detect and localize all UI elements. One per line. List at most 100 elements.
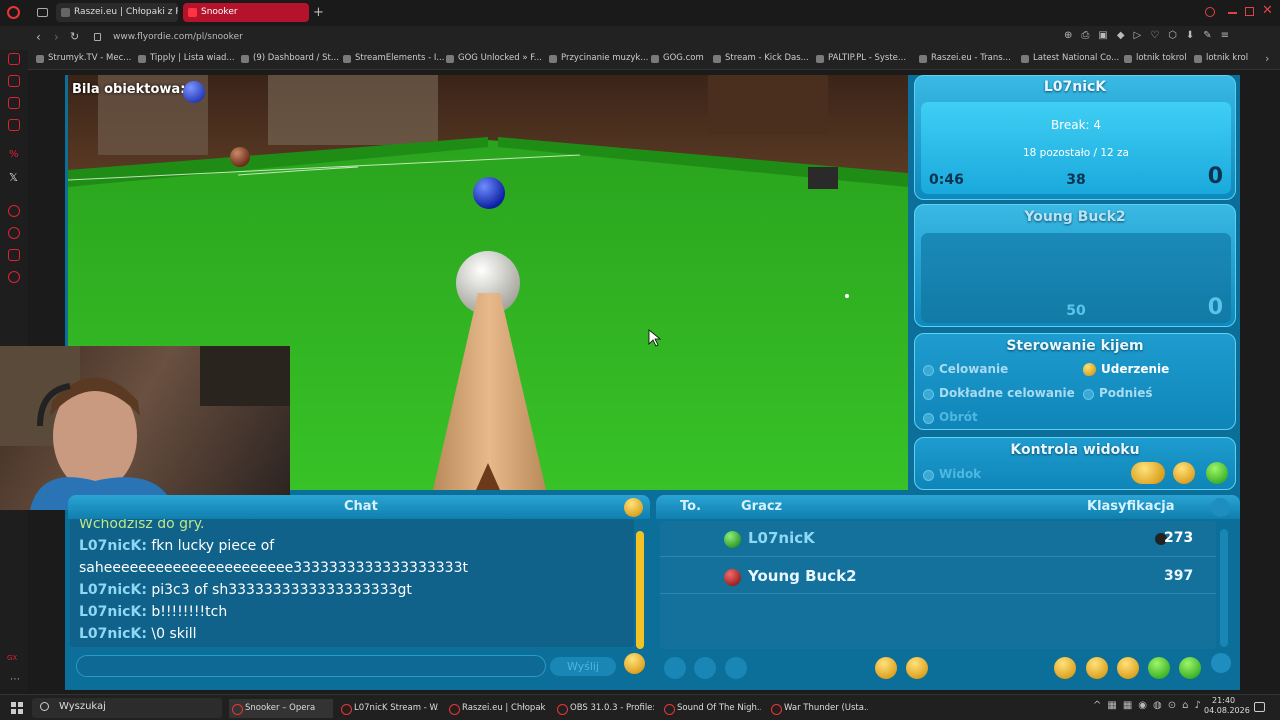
chat-message: L07nicK: b!!!!!!!!tch — [79, 604, 227, 620]
url-field[interactable]: www.flyordie.com/pl/snooker — [113, 32, 243, 42]
percent-icon[interactable]: % — [9, 149, 19, 160]
table-row[interactable]: Young Buck2 397 — [660, 560, 1216, 594]
zoom-icon[interactable] — [1131, 462, 1165, 484]
clock-icon[interactable] — [8, 227, 20, 239]
history-icon[interactable] — [8, 205, 20, 217]
player1-panel: L07nicK Break: 4 18 pozostało / 12 za 0:… — [914, 75, 1236, 200]
option-podnies[interactable]: Podnieś — [1083, 386, 1153, 400]
bookmark[interactable]: lotnik krol — [1194, 53, 1248, 63]
bookmark[interactable]: Tipply | Lista wiad... — [138, 53, 235, 63]
taskbar-app[interactable]: War Thunder (Usta... — [768, 699, 868, 718]
x-icon[interactable]: 𝕏 — [9, 171, 18, 184]
option-dokladne-celowanie[interactable]: Dokładne celowanie — [923, 386, 1075, 400]
board-collapse-icon[interactable] — [1211, 498, 1230, 517]
opera-icon[interactable] — [7, 6, 20, 19]
player-rating: 397 — [1164, 568, 1194, 584]
player2-name: Young Buck2 — [1024, 209, 1126, 225]
bookmark[interactable]: Stream - Kick Das... — [713, 53, 809, 63]
tab-snooker[interactable]: Snooker — [183, 3, 309, 22]
board-scroll-down-icon[interactable] — [1211, 653, 1231, 673]
ranking-icon[interactable] — [1054, 657, 1076, 679]
help-icon[interactable] — [1148, 657, 1170, 679]
player-icon[interactable] — [8, 119, 20, 131]
sound-icon[interactable] — [906, 657, 928, 679]
bookmark[interactable]: Latest National Co... — [1021, 53, 1119, 63]
player1-score-screen: Break: 4 18 pozostało / 12 za 0:46 38 0 — [921, 102, 1231, 194]
bookmark[interactable]: GOG Unlocked » F... — [446, 53, 542, 63]
view-control-panel: Kontrola widoku Widok — [914, 437, 1236, 490]
taskbar-app[interactable]: Snooker – Opera — [229, 699, 333, 718]
taskbar-app[interactable]: Sound Of The Nigh... — [661, 699, 761, 718]
chat-bubbles-icon[interactable] — [1117, 657, 1139, 679]
clock-time[interactable]: 21:40 — [1212, 696, 1235, 705]
clock-date[interactable]: 04.08.2026 — [1204, 706, 1250, 715]
chat-text: b!!!!!!!!tch — [151, 604, 228, 620]
speed-dial-icon[interactable] — [8, 53, 20, 65]
chat-message: saheeeeeeeeeeeeeeeeeeeeee333333333333333… — [79, 560, 468, 576]
player-name: Young Buck2 — [748, 567, 857, 585]
cue-control-panel: Sterowanie kijem Celowanie Uderzenie Dok… — [914, 333, 1236, 430]
selected-indicator-icon — [1083, 363, 1096, 376]
bookmark[interactable]: Przycinanie muzyk... — [549, 53, 648, 63]
taskbar-app[interactable]: Raszei.eu | Chłopak... — [446, 699, 546, 718]
bookmark[interactable]: Strumyk.TV - Mec... — [36, 53, 131, 63]
dim-icon-3[interactable] — [725, 657, 747, 679]
send-button[interactable]: Wyślij — [550, 657, 616, 676]
taskbar-search[interactable]: Wyszukaj — [32, 698, 222, 718]
minimize-icon[interactable] — [1228, 12, 1237, 14]
gx-icon[interactable]: GX — [7, 654, 17, 662]
search-tabs-icon[interactable] — [1205, 7, 1215, 17]
rotate-view-icon[interactable] — [1173, 462, 1195, 484]
toolbar-icons: ⊕⎙▣◆▷♡⬡⬇✎≡ — [1064, 30, 1239, 41]
table-row[interactable]: L07nicK 273 — [660, 523, 1216, 557]
break-text: Break: 4 — [1050, 118, 1102, 132]
board-scrollbar[interactable] — [1220, 529, 1228, 647]
tray-icons[interactable]: ^▦▦◉◍⊙⌂♪ — [1093, 700, 1207, 711]
forward-icon[interactable]: › — [54, 30, 59, 44]
more-icon[interactable]: ⋯ — [10, 674, 20, 685]
tab-raszei[interactable]: Raszei.eu | Chłopaki z Rasz — [56, 3, 178, 22]
object-ball-icon — [183, 81, 205, 103]
notifications-icon[interactable] — [1254, 702, 1265, 712]
back-icon[interactable]: ‹ — [36, 30, 41, 44]
bookmark[interactable]: PALTIP.PL - Syste... — [816, 53, 906, 63]
dim-icon-1[interactable] — [664, 657, 686, 679]
bookmark[interactable]: (9) Dashboard / St... — [241, 53, 339, 63]
settings-icon[interactable] — [8, 271, 20, 283]
col-player: Gracz — [741, 499, 783, 514]
new-tab-icon[interactable]: + — [313, 5, 324, 20]
settings-icon[interactable] — [875, 657, 897, 679]
trophy-icon[interactable] — [1086, 657, 1108, 679]
extensions-icon[interactable] — [8, 249, 20, 261]
chat-text: saheeeeeeeeeeeeeeeeeeeeee333333333333333… — [79, 560, 468, 576]
taskbar-app[interactable]: OBS 31.0.3 - Profile:... — [554, 699, 654, 718]
chat-input[interactable] — [76, 655, 546, 677]
view-option[interactable]: Widok — [923, 467, 981, 481]
toggle-view-icon[interactable] — [1206, 462, 1228, 484]
option-celowanie[interactable]: Celowanie — [923, 362, 1008, 376]
more-bookmarks-icon[interactable]: › — [1265, 52, 1269, 65]
chat-message: L07nicK: pi3c3 of sh3333333333333333333g… — [79, 582, 412, 598]
chat-scroll-down-icon[interactable] — [624, 653, 645, 674]
pinboard-icon[interactable] — [8, 75, 20, 87]
reload-icon[interactable]: ↻ — [70, 30, 79, 43]
close-icon[interactable]: ✕ — [1262, 3, 1273, 18]
taskbar-app[interactable]: L07nicK Stream - W... — [338, 699, 438, 718]
chat-scrollbar[interactable] — [636, 531, 644, 649]
bookmark[interactable]: Raszei.eu - Trans... — [919, 53, 1011, 63]
chat-collapse-icon[interactable] — [624, 498, 643, 517]
dim-icon-2[interactable] — [694, 657, 716, 679]
bookmark[interactable]: lotnik tokrol — [1124, 53, 1187, 63]
maximize-icon[interactable] — [1245, 7, 1254, 16]
blue-ball — [473, 177, 505, 209]
option-obrot[interactable]: Obrót — [923, 410, 978, 424]
windows-start-icon[interactable] — [11, 702, 23, 714]
exit-icon[interactable] — [1179, 657, 1201, 679]
col-rank: Klasyfikacja — [1087, 499, 1175, 514]
messenger-icon[interactable] — [8, 97, 20, 109]
workspaces-icon[interactable] — [37, 8, 48, 17]
chat-message: L07nicK: \0 skill — [79, 626, 197, 642]
bookmark[interactable]: StreamElements - I... — [343, 53, 444, 63]
webcam-overlay — [0, 346, 290, 510]
bookmark[interactable]: GOG.com — [651, 53, 704, 63]
